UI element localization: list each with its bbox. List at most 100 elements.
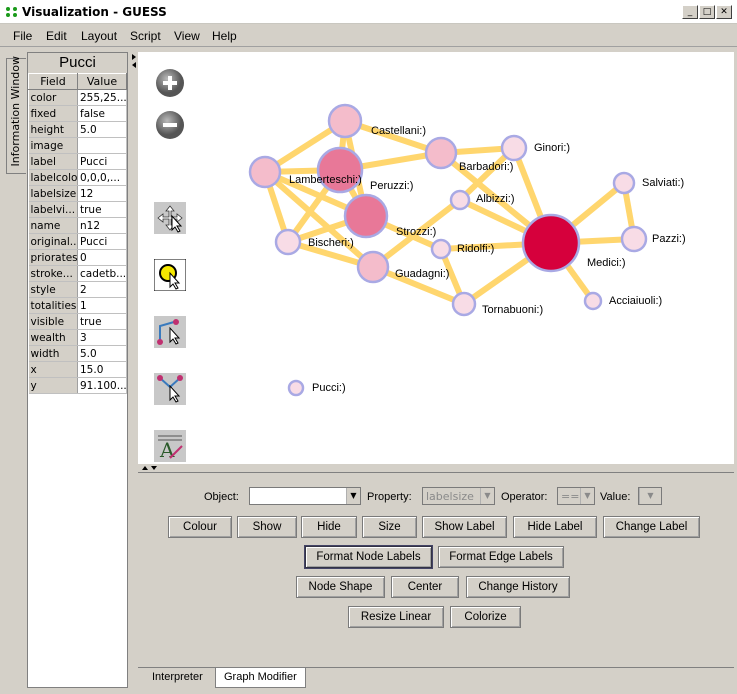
property-value[interactable]: false xyxy=(77,105,127,122)
property-value[interactable]: 0,0,0,... xyxy=(77,169,127,186)
graph-node-bischeri[interactable] xyxy=(274,228,302,256)
property-value[interactable]: 255,25... xyxy=(77,89,127,106)
property-value[interactable] xyxy=(77,137,127,154)
colour-button[interactable]: Colour xyxy=(168,516,232,538)
chevron-down-icon[interactable]: ▼ xyxy=(346,488,360,504)
graph-node-albizzi[interactable] xyxy=(449,189,471,211)
split-divider[interactable] xyxy=(138,464,734,472)
menu-file[interactable]: File xyxy=(13,29,32,43)
graph-node-lamberteschi[interactable] xyxy=(248,155,282,189)
property-value[interactable]: cadetb... xyxy=(77,265,127,282)
property-value[interactable]: Pucci xyxy=(77,233,127,250)
table-row[interactable]: totalities 1 xyxy=(28,297,127,314)
graph-node-ginori[interactable] xyxy=(500,134,528,162)
maximize-icon[interactable]: □ xyxy=(699,5,715,19)
graph-node-ridolfi[interactable] xyxy=(430,238,452,260)
table-row[interactable]: label Pucci xyxy=(28,153,127,170)
table-row[interactable]: height 5.0 xyxy=(28,121,127,138)
label-tool-icon[interactable]: A xyxy=(154,430,186,462)
property-value[interactable]: 91.100... xyxy=(77,377,127,394)
graph-node-acciaiuoli[interactable] xyxy=(583,291,603,311)
menu-layout[interactable]: Layout xyxy=(81,29,117,43)
graph-node-pucci[interactable] xyxy=(287,379,305,397)
column-header-value[interactable]: Value xyxy=(77,73,127,90)
format-node-labels-button[interactable]: Format Node Labels xyxy=(305,546,432,568)
object-combo[interactable]: ▼ xyxy=(249,487,361,505)
graph-node-tornabuoni[interactable] xyxy=(451,291,477,317)
edge-tool-icon[interactable] xyxy=(154,316,186,348)
table-row[interactable]: x 15.0 xyxy=(28,361,127,378)
tab-interpreter[interactable]: Interpreter xyxy=(144,668,211,688)
property-combo[interactable]: labelsize ▼ xyxy=(422,487,495,505)
close-icon[interactable]: ✕ xyxy=(716,5,732,19)
graph-node-barbadori[interactable] xyxy=(424,136,458,170)
menu-script[interactable]: Script xyxy=(130,29,161,43)
table-row[interactable]: style 2 xyxy=(28,281,127,298)
menu-help[interactable]: Help xyxy=(212,29,237,43)
show-button[interactable]: Show xyxy=(237,516,297,538)
zoom-in-icon[interactable] xyxy=(155,68,185,98)
property-value[interactable]: true xyxy=(77,201,127,218)
change-label-button[interactable]: Change Label xyxy=(603,516,700,538)
table-row[interactable]: priorates 0 xyxy=(28,249,127,266)
menu-view[interactable]: View xyxy=(174,29,200,43)
information-window-tab[interactable]: Information Window xyxy=(6,56,26,174)
property-value[interactable]: 2 xyxy=(77,281,127,298)
graph-node-castellani[interactable] xyxy=(327,103,363,139)
table-row[interactable]: wealth 3 xyxy=(28,329,127,346)
node-shape-button[interactable]: Node Shape xyxy=(296,576,385,598)
chevron-down-icon[interactable]: ▼ xyxy=(580,488,594,504)
graph-canvas[interactable]: Castellani:) Lamberteschi:) Peruzzi:) Barba… xyxy=(138,52,734,464)
menu-edit[interactable]: Edit xyxy=(46,29,67,43)
tab-graph-modifier[interactable]: Graph Modifier xyxy=(215,668,306,688)
table-row[interactable]: visible true xyxy=(28,313,127,330)
size-button[interactable]: Size xyxy=(362,516,417,538)
hide-button[interactable]: Hide xyxy=(301,516,357,538)
table-row[interactable]: original... Pucci xyxy=(28,233,127,250)
center-button[interactable]: Center xyxy=(391,576,459,598)
format-edge-labels-button[interactable]: Format Edge Labels xyxy=(438,546,564,568)
select-tool-icon[interactable] xyxy=(154,259,186,291)
table-row[interactable]: color 255,25... xyxy=(28,89,127,106)
property-value[interactable]: 5.0 xyxy=(77,121,127,138)
resize-linear-button[interactable]: Resize Linear xyxy=(348,606,444,628)
move-tool-icon[interactable] xyxy=(154,202,186,234)
table-row[interactable]: labelvi... true xyxy=(28,201,127,218)
property-value[interactable]: n12 xyxy=(77,217,127,234)
table-row[interactable]: fixed false xyxy=(28,105,127,122)
show-label-button[interactable]: Show Label xyxy=(422,516,507,538)
graph-node-medici[interactable] xyxy=(521,213,581,273)
table-row[interactable]: y 91.100... xyxy=(28,377,127,394)
node-tool-icon[interactable] xyxy=(154,373,186,405)
table-row[interactable]: name n12 xyxy=(28,217,127,234)
table-row[interactable]: labelsize 12 xyxy=(28,185,127,202)
panel-splitter[interactable] xyxy=(128,52,138,688)
property-value[interactable]: 0 xyxy=(77,249,127,266)
table-row[interactable]: image xyxy=(28,137,127,154)
property-value[interactable]: 1 xyxy=(77,297,127,314)
column-header-field[interactable]: Field xyxy=(28,73,78,90)
graph-node-strozzi[interactable] xyxy=(343,193,389,239)
colorize-button[interactable]: Colorize xyxy=(450,606,521,628)
graph-node-salviati[interactable] xyxy=(612,171,636,195)
property-value[interactable]: 15.0 xyxy=(77,361,127,378)
value-combo[interactable]: ▼ xyxy=(638,487,662,505)
property-value[interactable]: 12 xyxy=(77,185,127,202)
property-value[interactable]: 3 xyxy=(77,329,127,346)
table-row[interactable]: width 5.0 xyxy=(28,345,127,362)
graph-node-guadagni[interactable] xyxy=(356,250,390,284)
minimize-icon[interactable]: _ xyxy=(682,5,698,19)
operator-combo[interactable]: == ▼ xyxy=(557,487,595,505)
hide-label-button[interactable]: Hide Label xyxy=(513,516,597,538)
property-value[interactable]: Pucci xyxy=(77,153,127,170)
chevron-down-icon[interactable]: ▼ xyxy=(480,488,494,504)
table-row[interactable]: labelcolor 0,0,0,... xyxy=(28,169,127,186)
zoom-out-icon[interactable] xyxy=(155,110,185,140)
table-row[interactable]: stroke... cadetb... xyxy=(28,265,127,282)
change-history-button[interactable]: Change History xyxy=(466,576,570,598)
property-value[interactable]: true xyxy=(77,313,127,330)
graph-node-pazzi[interactable] xyxy=(620,225,648,253)
property-value[interactable]: 5.0 xyxy=(77,345,127,362)
chevron-down-icon[interactable]: ▼ xyxy=(639,488,661,504)
node-label-salviati: Salviati:) xyxy=(642,177,685,189)
